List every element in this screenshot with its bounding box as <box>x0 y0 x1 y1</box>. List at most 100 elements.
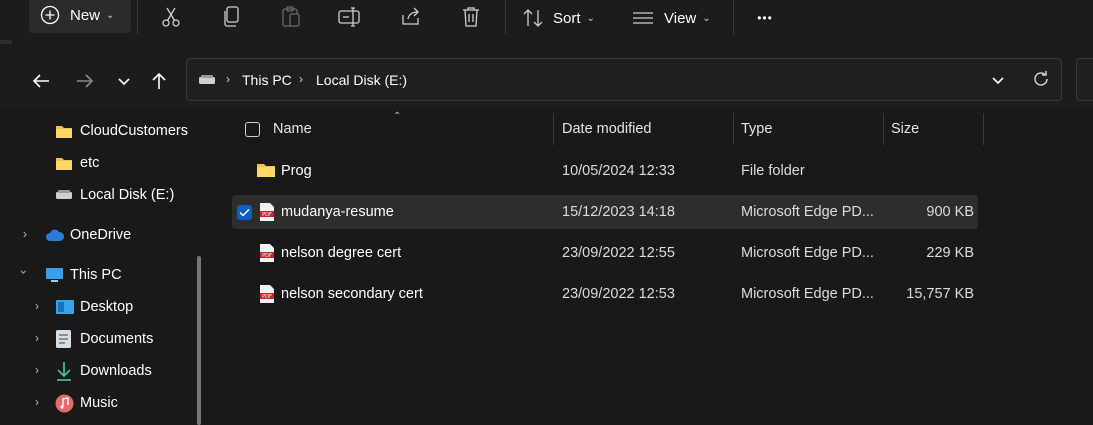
column-divider[interactable] <box>883 113 884 145</box>
view-button[interactable]: View ⌄ <box>632 0 716 36</box>
music-icon <box>55 394 74 413</box>
more-options-button[interactable]: ••• <box>750 0 780 36</box>
chevron-down-icon <box>117 74 131 90</box>
sort-icon <box>522 8 544 28</box>
sort-ascending-icon: ⌃ <box>393 111 402 122</box>
share-button[interactable] <box>398 0 424 36</box>
search-box[interactable] <box>1076 58 1093 101</box>
new-button-label: New <box>70 6 101 24</box>
rename-button[interactable] <box>337 0 363 36</box>
chevron-right-icon[interactable]: › <box>35 395 39 409</box>
breadcrumb-this-pc[interactable]: This PC <box>242 72 292 88</box>
refresh-icon[interactable] <box>1032 70 1050 91</box>
file-row[interactable]: PDF mudanya-resume 15/12/2023 14:18 Micr… <box>232 195 978 229</box>
forward-button[interactable] <box>71 68 99 96</box>
drive-icon <box>55 189 73 201</box>
column-header-name[interactable]: Name <box>273 121 312 137</box>
chevron-down-icon: ⌄ <box>702 12 711 24</box>
new-button[interactable]: New ⌄ <box>29 0 131 33</box>
sidebar-item-local-disk[interactable]: Local Disk (E:) <box>55 180 174 210</box>
pdf-icon: PDF <box>259 202 275 222</box>
file-row[interactable]: PDF nelson degree cert 23/09/2022 12:55 … <box>232 236 978 270</box>
column-divider[interactable] <box>983 113 984 145</box>
column-divider[interactable] <box>733 113 734 145</box>
column-header-size[interactable]: Size <box>891 121 919 137</box>
copy-button[interactable] <box>219 0 245 36</box>
breadcrumb-local-disk[interactable]: Local Disk (E:) <box>316 72 407 88</box>
sort-button[interactable]: Sort ⌄ <box>522 0 602 36</box>
sidebar-item-music[interactable]: Music <box>55 388 118 418</box>
pdf-icon: PDF <box>259 243 275 263</box>
sidebar-item-cloudcustomers[interactable]: CloudCustomers <box>55 116 188 146</box>
drive-icon <box>198 73 216 89</box>
file-date: 23/09/2022 12:53 <box>562 286 675 302</box>
file-type: File folder <box>741 163 805 179</box>
chevron-right-icon[interactable]: › <box>35 363 39 377</box>
more-icon: ••• <box>757 11 773 25</box>
toolbar-divider <box>505 0 506 34</box>
cut-button[interactable] <box>158 0 184 36</box>
breadcrumb-chevron-icon: › <box>299 72 303 86</box>
folder-icon <box>256 162 276 181</box>
plus-circle-icon <box>40 5 60 25</box>
scissors-icon <box>161 6 181 31</box>
column-divider[interactable] <box>553 113 554 145</box>
arrow-right-icon <box>76 73 94 92</box>
file-row[interactable]: Prog 10/05/2024 12:33 File folder <box>232 154 978 188</box>
file-name: nelson secondary cert <box>281 286 423 302</box>
delete-button[interactable] <box>458 0 484 36</box>
chevron-down-icon: ⌄ <box>106 9 115 21</box>
chevron-right-icon[interactable]: › <box>23 227 27 241</box>
folder-icon <box>55 124 73 139</box>
file-date: 10/05/2024 12:33 <box>562 163 675 179</box>
file-date: 15/12/2023 14:18 <box>562 204 675 220</box>
select-all-checkbox[interactable] <box>245 122 260 137</box>
chevron-down-icon[interactable]: › <box>17 270 31 274</box>
sidebar-item-label: Music <box>80 395 118 411</box>
sidebar-item-etc[interactable]: etc <box>55 148 99 178</box>
file-row[interactable]: PDF nelson secondary cert 23/09/2022 12:… <box>232 277 978 311</box>
svg-text:PDF: PDF <box>262 253 272 259</box>
sidebar-item-desktop[interactable]: Desktop <box>55 292 133 322</box>
sidebar-item-documents[interactable]: Documents <box>55 324 153 354</box>
rename-icon <box>338 6 362 30</box>
sidebar-item-label: This PC <box>70 267 122 283</box>
toolbar-divider <box>137 0 138 34</box>
sidebar-item-onedrive[interactable]: OneDrive <box>45 220 131 250</box>
sidebar-scrollbar[interactable] <box>197 256 201 425</box>
copy-icon <box>223 5 241 31</box>
view-list-icon <box>632 10 654 26</box>
sort-label: Sort <box>553 9 581 27</box>
desktop-icon <box>55 299 75 315</box>
column-header-date-modified[interactable]: Date modified <box>562 121 651 137</box>
paste-button[interactable] <box>278 0 304 36</box>
breadcrumb-chevron-icon: › <box>226 72 230 86</box>
up-button[interactable] <box>145 68 173 96</box>
file-type: Microsoft Edge PD... <box>741 245 874 261</box>
svg-text:PDF: PDF <box>262 212 272 218</box>
file-size: 15,757 KB <box>906 286 974 302</box>
monitor-icon <box>45 267 64 283</box>
file-name: nelson degree cert <box>281 245 402 261</box>
clipboard-icon <box>281 5 301 31</box>
recent-locations-button[interactable] <box>110 68 138 96</box>
sidebar-item-label: etc <box>80 155 100 171</box>
pdf-icon: PDF <box>259 284 275 304</box>
sidebar-item-label: OneDrive <box>70 227 132 243</box>
back-button[interactable] <box>27 68 55 96</box>
sidebar-item-label: Local Disk (E:) <box>80 187 175 203</box>
address-history-chevron-icon[interactable] <box>991 73 1005 89</box>
row-checkbox-checked[interactable] <box>237 205 252 220</box>
sidebar-item-label: Downloads <box>80 363 152 379</box>
sidebar-item-downloads[interactable]: Downloads <box>55 356 152 386</box>
folder-icon <box>55 156 73 171</box>
chevron-right-icon[interactable]: › <box>35 331 39 345</box>
column-header-type[interactable]: Type <box>741 121 772 137</box>
sidebar-item-label: Documents <box>80 331 154 347</box>
chevron-right-icon[interactable]: › <box>35 299 39 313</box>
address-bar[interactable]: › This PC › Local Disk (E:) <box>186 58 1062 101</box>
cloud-icon <box>45 228 65 242</box>
sidebar-item-this-pc[interactable]: This PC <box>45 260 122 290</box>
file-name: mudanya-resume <box>281 204 394 220</box>
file-type: Microsoft Edge PD... <box>741 204 874 220</box>
